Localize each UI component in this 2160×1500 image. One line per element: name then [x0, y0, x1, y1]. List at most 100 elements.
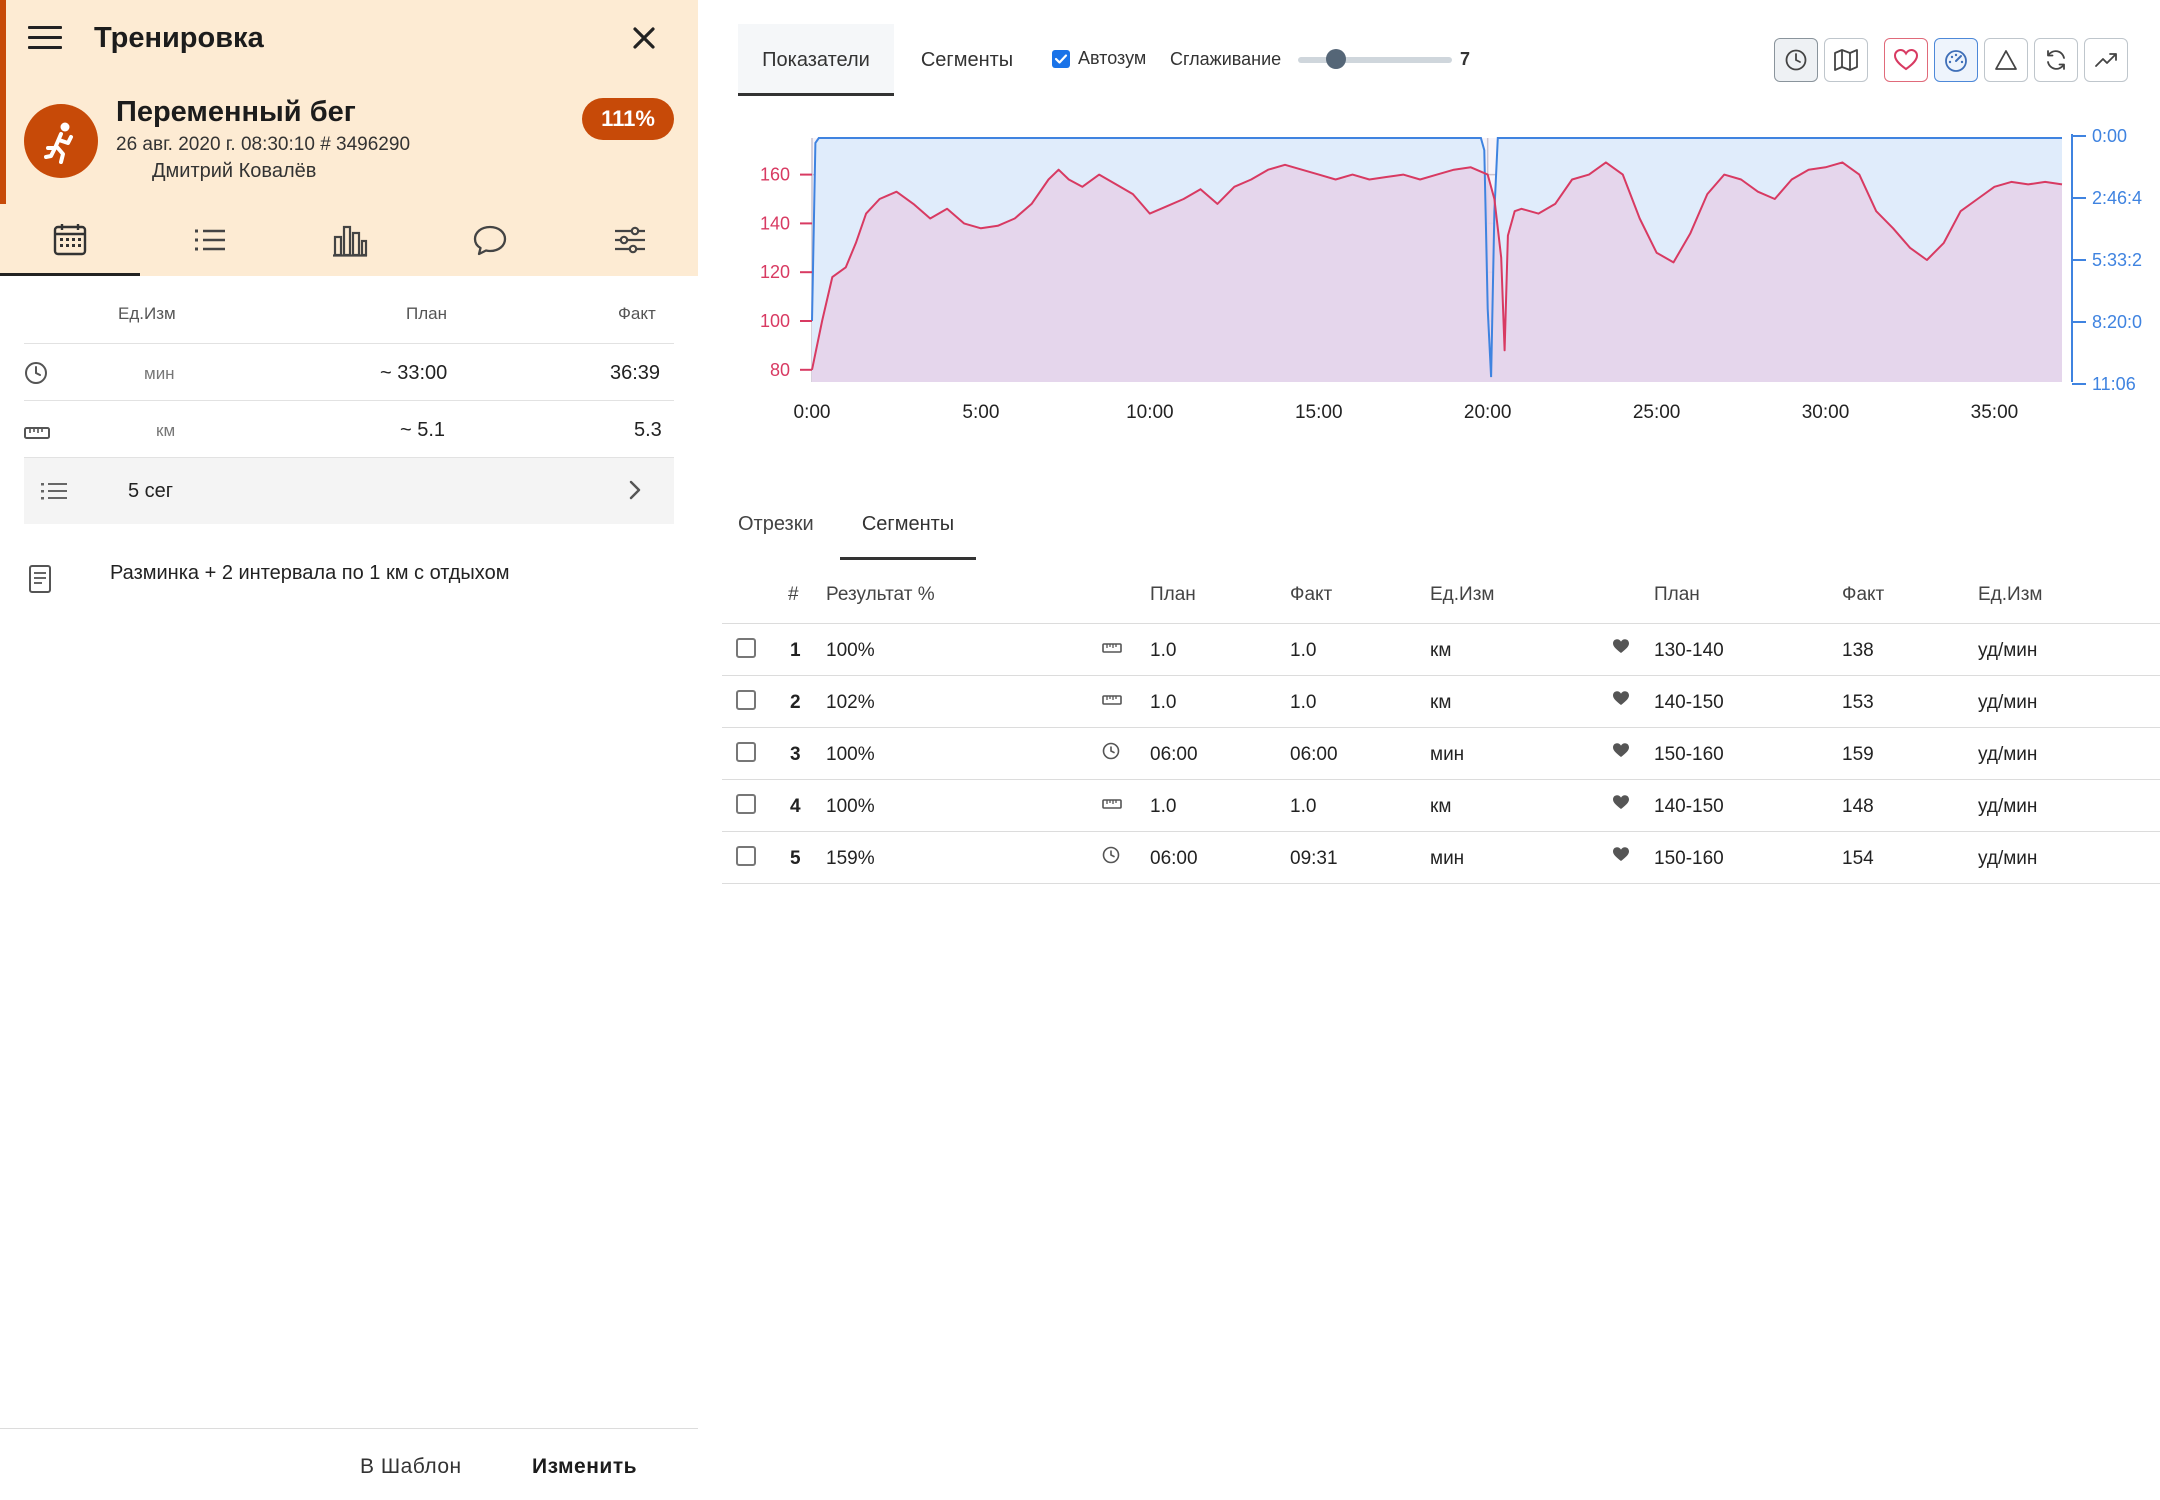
clock-icon [1102, 742, 1120, 766]
segment-hr-fact: 138 [1842, 640, 1874, 661]
header-unit: Ед.Изм [118, 304, 176, 323]
edit-button[interactable]: Изменить [532, 1455, 637, 1479]
autozoom-checkbox[interactable] [1052, 49, 1070, 68]
y-left-tick-label: 140 [760, 213, 790, 233]
map-button[interactable] [1824, 38, 1868, 82]
workout-header: Тренировка Переменный бег 26 авг. 2020 г… [0, 0, 698, 276]
template-button[interactable]: В Шаблон [360, 1455, 462, 1479]
metric-row-time: мин ~ 33:00 36:39 [24, 344, 674, 401]
x-tick-label: 25:00 [1633, 402, 1681, 423]
tab-stats[interactable] [280, 204, 420, 276]
metric-fact: 5.3 [634, 419, 662, 441]
y-right-tick-label: 5:33:2 [2092, 250, 2142, 270]
row-checkbox[interactable] [736, 638, 756, 658]
menu-icon[interactable] [28, 26, 62, 52]
segments-summary-row[interactable]: 5 сег [24, 458, 674, 524]
segments-table: # Результат % План Факт Ед.Изм План Факт… [722, 572, 2160, 884]
segment-fact: 1.0 [1290, 796, 1317, 817]
col-hr-unit: Ед.Изм [1978, 584, 2043, 605]
metric-fact: 36:39 [610, 362, 661, 384]
x-tick-label: 0:00 [794, 402, 831, 423]
table-row[interactable]: 3 100% 06:00 06:00 мин 150-160 159 уд/мин [722, 728, 2160, 780]
segment-hr-unit: уд/мин [1978, 640, 2038, 661]
segment-result: 100% [826, 796, 875, 817]
x-tick-label: 20:00 [1464, 402, 1512, 423]
clock-icon [1102, 846, 1120, 870]
close-icon[interactable] [626, 20, 662, 56]
trend-button[interactable] [2084, 38, 2128, 82]
segment-unit: км [1430, 640, 1452, 661]
heart-icon [1612, 846, 1630, 868]
y-right-tick-label: 0:00 [2092, 126, 2127, 146]
panel-title: Тренировка [94, 22, 264, 54]
time-axis-button[interactable] [1774, 38, 1818, 82]
tab-segments[interactable]: Сегменты [894, 24, 1040, 96]
workout-chart[interactable]: 80 100 120 140 160 0:00 5:00 10:00 15:00 20:00 25:… [722, 110, 2160, 440]
heart-icon [1612, 794, 1630, 816]
row-checkbox[interactable] [736, 690, 756, 710]
cadence-button[interactable] [2034, 38, 2078, 82]
table-row[interactable]: 1 100% 1.0 1.0 км 130-140 138 уд/мин [722, 624, 2160, 676]
segment-fact: 06:00 [1290, 744, 1338, 765]
map-icon [1834, 49, 1858, 71]
x-tick-label: 30:00 [1802, 402, 1850, 423]
bar-chart-icon [333, 225, 368, 257]
row-checkbox[interactable] [736, 742, 756, 762]
tab-comments[interactable] [420, 204, 560, 276]
segment-plan: 06:00 [1150, 744, 1198, 765]
table-row[interactable]: 2 102% 1.0 1.0 км 140-150 153 уд/мин [722, 676, 2160, 728]
autozoom-label: Автозум [1078, 48, 1147, 68]
segment-plan: 06:00 [1150, 848, 1198, 869]
table-row[interactable]: 4 100% 1.0 1.0 км 140-150 148 уд/мин [722, 780, 2160, 832]
row-checkbox[interactable] [736, 794, 756, 814]
y-right-tick-label: 11:06 [2092, 374, 2136, 394]
segment-number: 5 [790, 848, 801, 869]
refresh-icon [2047, 50, 2065, 70]
row-checkbox[interactable] [736, 846, 756, 866]
tab-metrics[interactable]: Показатели [738, 24, 894, 96]
speedometer-icon [1945, 50, 1967, 72]
segments-count: 5 сег [128, 480, 174, 502]
segment-number: 3 [790, 744, 801, 765]
pace-button[interactable] [1934, 38, 1978, 82]
tab-laps[interactable]: Отрезки [738, 488, 838, 560]
metrics-table: Ед.Изм План Факт мин ~ 33:00 36:39 км ~ … [24, 290, 674, 524]
col-hr-plan: План [1654, 584, 1700, 605]
metric-row-distance: км ~ 5.1 5.3 [24, 401, 674, 458]
segment-hr-plan: 150-160 [1654, 744, 1724, 765]
segment-fact: 1.0 [1290, 692, 1317, 713]
autozoom-toggle[interactable]: Автозум [1052, 48, 1146, 69]
segment-hr-unit: уд/мин [1978, 692, 2038, 713]
x-tick-label: 15:00 [1295, 402, 1343, 423]
segment-hr-unit: уд/мин [1978, 744, 2038, 765]
completion-badge: 111% [582, 98, 674, 140]
tab-calendar[interactable] [0, 204, 140, 276]
list-icon [195, 229, 225, 251]
left-tabbar [0, 204, 698, 276]
header-plan: План [406, 304, 447, 323]
col-unit: Ед.Изм [1430, 584, 1495, 605]
segment-hr-plan: 140-150 [1654, 692, 1724, 713]
tab-settings[interactable] [560, 204, 700, 276]
segment-hr-plan: 130-140 [1654, 640, 1724, 661]
heart-rate-button[interactable] [1884, 38, 1928, 82]
metrics-header: Ед.Изм План Факт [24, 290, 674, 344]
metric-plan: ~ 33:00 [380, 362, 448, 384]
y-left-tick-label: 100 [760, 311, 790, 331]
smoothing-slider[interactable] [1298, 49, 1452, 69]
table-row[interactable]: 5 159% 06:00 09:31 мин 150-160 154 уд/мин [722, 832, 2160, 884]
panel-footer: В Шаблон Изменить [0, 1428, 698, 1500]
segment-number: 2 [790, 692, 801, 713]
analysis-panel: Показатели Сегменты Автозум Сглаживание … [722, 0, 2160, 1500]
tab-segments-table[interactable]: Сегменты [840, 488, 976, 560]
elevation-button[interactable] [1984, 38, 2028, 82]
segment-number: 1 [790, 640, 801, 661]
col-number: # [788, 584, 799, 605]
smoothing-slider-handle[interactable] [1326, 49, 1346, 69]
tab-list[interactable] [140, 204, 280, 276]
list-icon [40, 480, 68, 508]
workout-name: Переменный бег [116, 96, 356, 128]
clock-icon [1785, 49, 1807, 71]
calendar-icon [53, 223, 87, 255]
workout-date: 26 авг. 2020 г. 08:30:10 # 3496290 [116, 134, 411, 155]
